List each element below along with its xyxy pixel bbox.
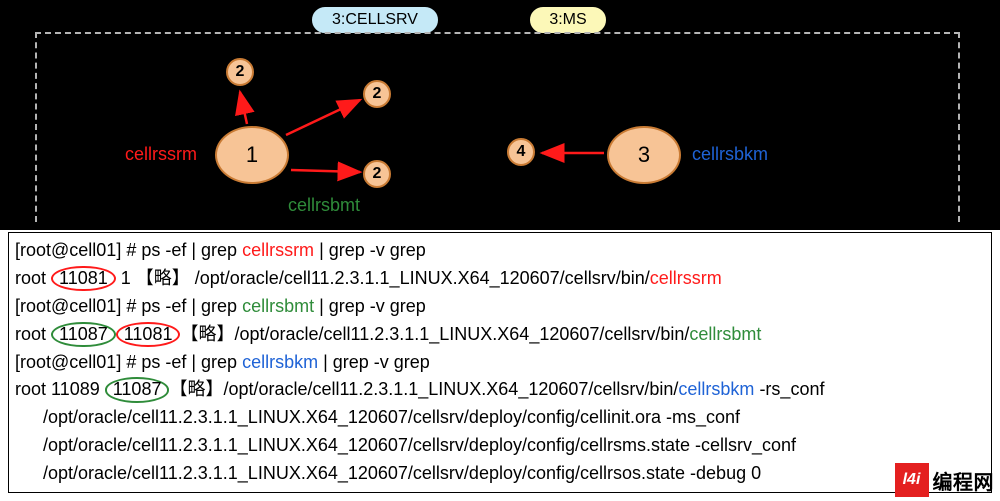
watermark-logo: l4i bbox=[895, 463, 929, 497]
output-line-2: root 1108711081【略】/opt/oracle/cell11.2.3… bbox=[15, 321, 985, 349]
prompt-text: [root@cell01] # ps -ef | grep bbox=[15, 296, 242, 316]
cmd-line-3: [root@cell01] # ps -ef | grep cellrsbkm … bbox=[15, 349, 985, 377]
proc-name: cellrsbmt bbox=[689, 324, 761, 344]
proc-name: cellrssrm bbox=[650, 268, 722, 288]
proc-name: cellrsbmt bbox=[242, 296, 314, 316]
user-pid-col: root 11089 bbox=[15, 379, 105, 399]
path-text: 1 【略】 /opt/oracle/cell11.2.3.1.1_LINUX.X… bbox=[116, 268, 650, 288]
cmd-line-2: [root@cell01] # ps -ef | grep cellrsbmt … bbox=[15, 293, 985, 321]
output-line-1: root 11081 1 【略】 /opt/oracle/cell11.2.3.… bbox=[15, 265, 985, 293]
user-col: root bbox=[15, 324, 51, 344]
pill-cellsrv: 3:CELLSRV bbox=[310, 5, 440, 35]
output-line-3-cont2: /opt/oracle/cell11.2.3.1.1_LINUX.X64_120… bbox=[15, 432, 985, 460]
node-1: 1 bbox=[215, 126, 289, 184]
node-2-top: 2 bbox=[226, 58, 254, 86]
terminal-output: [root@cell01] # ps -ef | grep cellrssrm … bbox=[8, 232, 992, 493]
dashed-container bbox=[35, 32, 960, 222]
user-col: root bbox=[15, 268, 51, 288]
ppid-11087: 11087 bbox=[105, 377, 170, 403]
node-2-right: 2 bbox=[363, 80, 391, 108]
watermark: l4i 编程网 bbox=[895, 463, 995, 497]
path-text: 【略】/opt/oracle/cell11.2.3.1.1_LINUX.X64_… bbox=[180, 324, 689, 344]
cmd-suffix: | grep -v grep bbox=[318, 352, 430, 372]
prompt-text: [root@cell01] # ps -ef | grep bbox=[15, 352, 242, 372]
node-2-bottom: 2 bbox=[363, 160, 391, 188]
path-text: 【略】/opt/oracle/cell11.2.3.1.1_LINUX.X64_… bbox=[169, 379, 678, 399]
proc-name: cellrsbkm bbox=[242, 352, 318, 372]
cmd-suffix: | grep -v grep bbox=[314, 240, 426, 260]
node-3: 3 bbox=[607, 126, 681, 184]
cmd-line-1: [root@cell01] # ps -ef | grep cellrssrm … bbox=[15, 237, 985, 265]
cmd-suffix: | grep -v grep bbox=[314, 296, 426, 316]
label-cellrsbkm: cellrsbkm bbox=[692, 144, 768, 165]
ppid-11081: 11081 bbox=[116, 322, 181, 348]
node-4: 4 bbox=[507, 138, 535, 166]
proc-name: cellrssrm bbox=[242, 240, 314, 260]
watermark-text: 编程网 bbox=[933, 466, 995, 495]
label-cellrsbmt: cellrsbmt bbox=[288, 195, 360, 216]
arg-text: -rs_conf bbox=[754, 379, 824, 399]
prompt-text: [root@cell01] # ps -ef | grep bbox=[15, 240, 242, 260]
output-line-3: root 11089 11087【略】/opt/oracle/cell11.2.… bbox=[15, 376, 985, 404]
pid-11081: 11081 bbox=[51, 266, 116, 292]
label-cellrssrm: cellrssrm bbox=[125, 144, 197, 165]
pill-ms: 3:MS bbox=[528, 5, 608, 35]
pid-11087: 11087 bbox=[51, 322, 116, 348]
output-line-3-cont1: /opt/oracle/cell11.2.3.1.1_LINUX.X64_120… bbox=[15, 404, 985, 432]
output-line-3-cont3: /opt/oracle/cell11.2.3.1.1_LINUX.X64_120… bbox=[15, 460, 985, 488]
proc-name: cellrsbkm bbox=[678, 379, 754, 399]
diagram-area: 3:CELLSRV 3:MS 1 3 2 2 2 4 cellrssrm cel… bbox=[0, 0, 1000, 230]
